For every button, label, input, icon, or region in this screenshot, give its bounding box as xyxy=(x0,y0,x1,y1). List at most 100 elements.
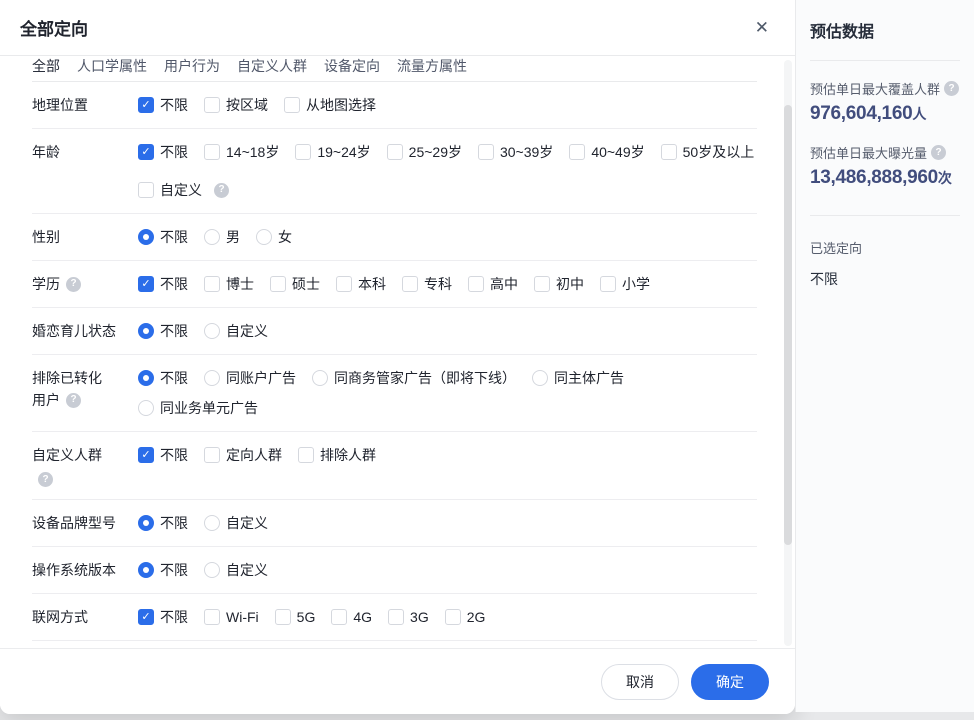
help-icon[interactable]: ? xyxy=(944,81,959,96)
checkbox-option[interactable]: ✓不限 xyxy=(138,94,188,116)
option-label: 女 xyxy=(278,226,292,248)
checkbox-icon xyxy=(331,609,347,625)
scrollbar-track[interactable] xyxy=(784,60,792,646)
metric-label-text: 预估单日最大曝光量 xyxy=(810,143,927,162)
row-options: 不限自定义 xyxy=(138,512,757,534)
checkbox-option[interactable]: 从地图选择 xyxy=(284,94,376,116)
checkbox-option[interactable]: Wi-Fi xyxy=(204,606,259,628)
radio-option[interactable]: 女 xyxy=(256,226,292,248)
checkbox-option[interactable]: 本科 xyxy=(336,273,386,295)
checkbox-icon: ✓ xyxy=(138,144,154,160)
checkbox-option[interactable]: 定向人群 xyxy=(204,444,282,466)
radio-option[interactable]: 同业务单元广告 xyxy=(138,397,258,419)
option-label: 40~49岁 xyxy=(591,141,644,163)
targeting-row-11: 设备价格✓不限4500元以上3500~4500元2500~3500元1500~2… xyxy=(32,641,757,648)
checkbox-option[interactable]: 初中 xyxy=(534,273,584,295)
row-options: ✓不限按区域从地图选择 xyxy=(138,94,757,116)
checkbox-icon xyxy=(204,447,220,463)
metric-label-text: 预估单日最大覆盖人群 xyxy=(810,79,940,98)
divider xyxy=(810,215,960,216)
option-label: 同账户广告 xyxy=(226,367,296,389)
radio-option[interactable]: 自定义 xyxy=(204,320,268,342)
option-label: 专科 xyxy=(424,273,452,295)
checkbox-icon xyxy=(387,144,403,160)
option-label: 不限 xyxy=(160,444,188,466)
checkbox-option[interactable]: 50岁及以上 xyxy=(661,141,755,163)
radio-option[interactable]: 不限 xyxy=(138,512,188,534)
radio-option[interactable]: 不限 xyxy=(138,226,188,248)
checkbox-option[interactable]: 4G xyxy=(331,606,372,628)
radio-option[interactable]: 同商务管家广告（即将下线） xyxy=(312,367,516,389)
radio-option[interactable]: 同账户广告 xyxy=(204,367,296,389)
radio-option[interactable]: 自定义 xyxy=(204,559,268,581)
page-title: 全部定向 xyxy=(20,15,88,40)
radio-option[interactable]: 自定义 xyxy=(204,512,268,534)
row-options: ✓不限 14~18岁 19~24岁 25~29岁 30~39岁 40~49岁 50岁及以上自… xyxy=(138,141,757,201)
checkbox-icon xyxy=(270,276,286,292)
checkbox-option[interactable]: 30~39岁 xyxy=(478,141,553,163)
row-options: ✓不限定向人群排除人群 xyxy=(138,444,757,487)
checkbox-option[interactable]: 40~49岁 xyxy=(569,141,644,163)
checkbox-option[interactable]: 5G xyxy=(275,606,316,628)
help-icon[interactable]: ? xyxy=(214,183,229,198)
radio-icon xyxy=(312,370,328,386)
radio-option[interactable]: 不限 xyxy=(138,367,188,389)
checkbox-option[interactable]: 小学 xyxy=(600,273,650,295)
option-label: 博士 xyxy=(226,273,254,295)
checkbox-option[interactable]: 博士 xyxy=(204,273,254,295)
help-icon[interactable]: ? xyxy=(66,393,81,408)
radio-option[interactable]: 同主体广告 xyxy=(532,367,624,389)
checkbox-option[interactable]: 硕士 xyxy=(270,273,320,295)
targeting-row-9: 操作系统版本不限自定义 xyxy=(32,547,757,594)
checkbox-icon xyxy=(284,97,300,113)
row-label-text: 地理位置 xyxy=(32,94,88,116)
tab-1[interactable]: 全部 xyxy=(32,56,60,76)
help-icon[interactable]: ? xyxy=(66,277,81,292)
close-icon[interactable]: ✕ xyxy=(755,19,769,36)
checkbox-option[interactable]: 3G xyxy=(388,606,429,628)
option-label: 30~39岁 xyxy=(500,141,553,163)
radio-option[interactable]: 男 xyxy=(204,226,240,248)
targeting-row-10: 联网方式✓不限Wi-Fi5G4G3G2G xyxy=(32,594,757,641)
help-icon[interactable]: ? xyxy=(38,472,53,487)
tab-3[interactable]: 用户行为 xyxy=(164,56,220,76)
checkbox-option[interactable]: 自定义? xyxy=(138,179,229,201)
metric-value-unit: 次 xyxy=(938,170,952,186)
option-label: 14~18岁 xyxy=(226,141,279,163)
checkbox-option[interactable]: ✓不限 xyxy=(138,141,188,163)
checkbox-icon xyxy=(204,144,220,160)
checkbox-option[interactable]: 高中 xyxy=(468,273,518,295)
tab-5[interactable]: 设备定向 xyxy=(324,56,380,76)
option-label: 同主体广告 xyxy=(554,367,624,389)
scrollbar-thumb[interactable] xyxy=(784,105,792,545)
row-label-text: 学历 xyxy=(32,273,60,295)
checkbox-option[interactable]: 14~18岁 xyxy=(204,141,279,163)
confirm-button[interactable]: 确定 xyxy=(691,664,769,700)
checkbox-option[interactable]: 2G xyxy=(445,606,486,628)
checkbox-option[interactable]: ✓不限 xyxy=(138,444,188,466)
help-icon[interactable]: ? xyxy=(931,145,946,160)
tab-4[interactable]: 自定义人群 xyxy=(237,56,307,76)
modal-footer: 取消 确定 xyxy=(0,648,795,714)
cancel-button[interactable]: 取消 xyxy=(601,664,679,700)
radio-option[interactable]: 不限 xyxy=(138,559,188,581)
checkbox-option[interactable]: 排除人群 xyxy=(298,444,376,466)
row-label: 学历? xyxy=(32,273,138,295)
row-label: 性别 xyxy=(32,226,138,248)
divider xyxy=(810,60,960,61)
row-label: 年龄 xyxy=(32,141,138,201)
checkbox-option[interactable]: 专科 xyxy=(402,273,452,295)
checkbox-option[interactable]: ✓不限 xyxy=(138,273,188,295)
checkbox-option[interactable]: 按区域 xyxy=(204,94,268,116)
row-label-text: 用户 xyxy=(32,389,60,411)
radio-icon xyxy=(138,370,154,386)
targeting-row-3: 性别不限男 女 xyxy=(32,214,757,261)
option-label: 不限 xyxy=(160,606,188,628)
tab-2[interactable]: 人口学属性 xyxy=(77,56,147,76)
tab-6[interactable]: 流量方属性 xyxy=(397,56,467,76)
checkbox-option[interactable]: 25~29岁 xyxy=(387,141,462,163)
checkbox-option[interactable]: 19~24岁 xyxy=(295,141,370,163)
radio-icon xyxy=(138,400,154,416)
radio-option[interactable]: 不限 xyxy=(138,320,188,342)
checkbox-option[interactable]: ✓不限 xyxy=(138,606,188,628)
